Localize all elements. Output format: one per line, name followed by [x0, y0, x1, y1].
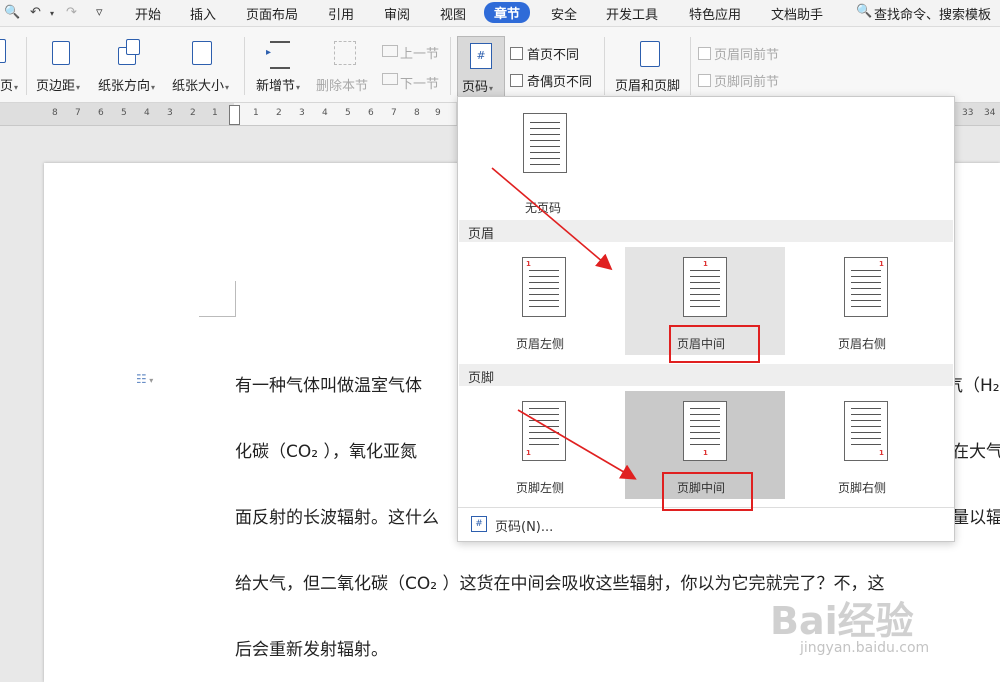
annotation-arrows [491, 167, 637, 480]
annotation-arrow [491, 167, 613, 271]
baidu-watermark-url: jingyan.baidu.com [800, 640, 930, 656]
baidu-watermark-logo: Bai经验 [770, 599, 914, 643]
annotation-arrow [517, 409, 637, 480]
